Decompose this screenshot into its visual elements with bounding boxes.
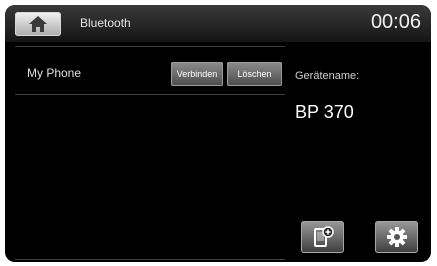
bluetooth-screen: Bluetooth 00:06 My Phone Verbinden Lösch… [5,5,431,262]
device-list: My Phone Verbinden Löschen [15,46,285,260]
clock: 00:06 [370,11,421,33]
delete-button[interactable]: Löschen [227,62,282,86]
home-button[interactable] [15,12,61,36]
home-icon [29,16,47,32]
device-name: My Phone [27,66,82,80]
divider [15,259,285,260]
device-info-panel: Gerätename: BP 370 [295,46,431,260]
divider [15,46,285,47]
phone-add-button[interactable] [301,221,344,253]
connect-button[interactable]: Verbinden [171,62,223,86]
divider [15,94,285,95]
device-name-label: Gerätename: [295,70,360,82]
gear-icon [387,227,407,247]
device-name-value: BP 370 [295,102,354,122]
header-bar: Bluetooth 00:06 [5,5,431,43]
settings-button[interactable] [375,221,418,253]
page-title: Bluetooth [80,16,131,30]
phone-add-icon [314,226,334,247]
